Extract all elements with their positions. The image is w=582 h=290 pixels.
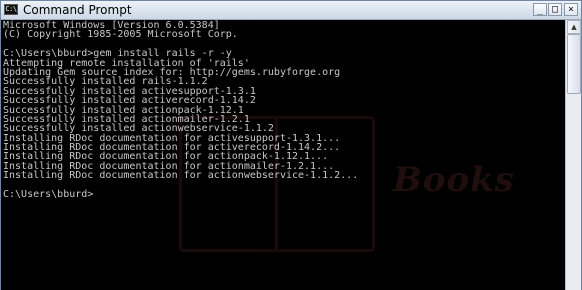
minimize-button[interactable]: _ xyxy=(533,3,547,16)
console-lines: Microsoft Windows [Version 6.0.5384] (C) … xyxy=(3,20,359,201)
console-output[interactable]: Books Microsoft Windows [Version 6.0.538… xyxy=(1,20,565,290)
title-bar[interactable]: C:\ Command Prompt _ □ × xyxy=(1,1,581,20)
console-line: (C) Copyright 1985-2005 Microsoft Corp. xyxy=(3,29,238,41)
command-prompt-window: C:\ Command Prompt _ □ × Books Microsoft… xyxy=(0,0,582,290)
scroll-thumb[interactable] xyxy=(567,34,581,94)
close-button[interactable]: × xyxy=(564,3,578,16)
console-line: Installing RDoc documentation for action… xyxy=(3,170,359,182)
maximize-button[interactable]: □ xyxy=(548,3,562,16)
console-line: C:\Users\bburd> xyxy=(3,189,94,201)
window-title: Command Prompt xyxy=(23,3,132,17)
scroll-up-icon[interactable]: ▲ xyxy=(567,20,581,34)
vertical-scrollbar[interactable]: ▲ xyxy=(565,20,581,290)
watermark-text: Books xyxy=(393,160,515,200)
console-app-icon[interactable]: C:\ xyxy=(4,4,18,15)
